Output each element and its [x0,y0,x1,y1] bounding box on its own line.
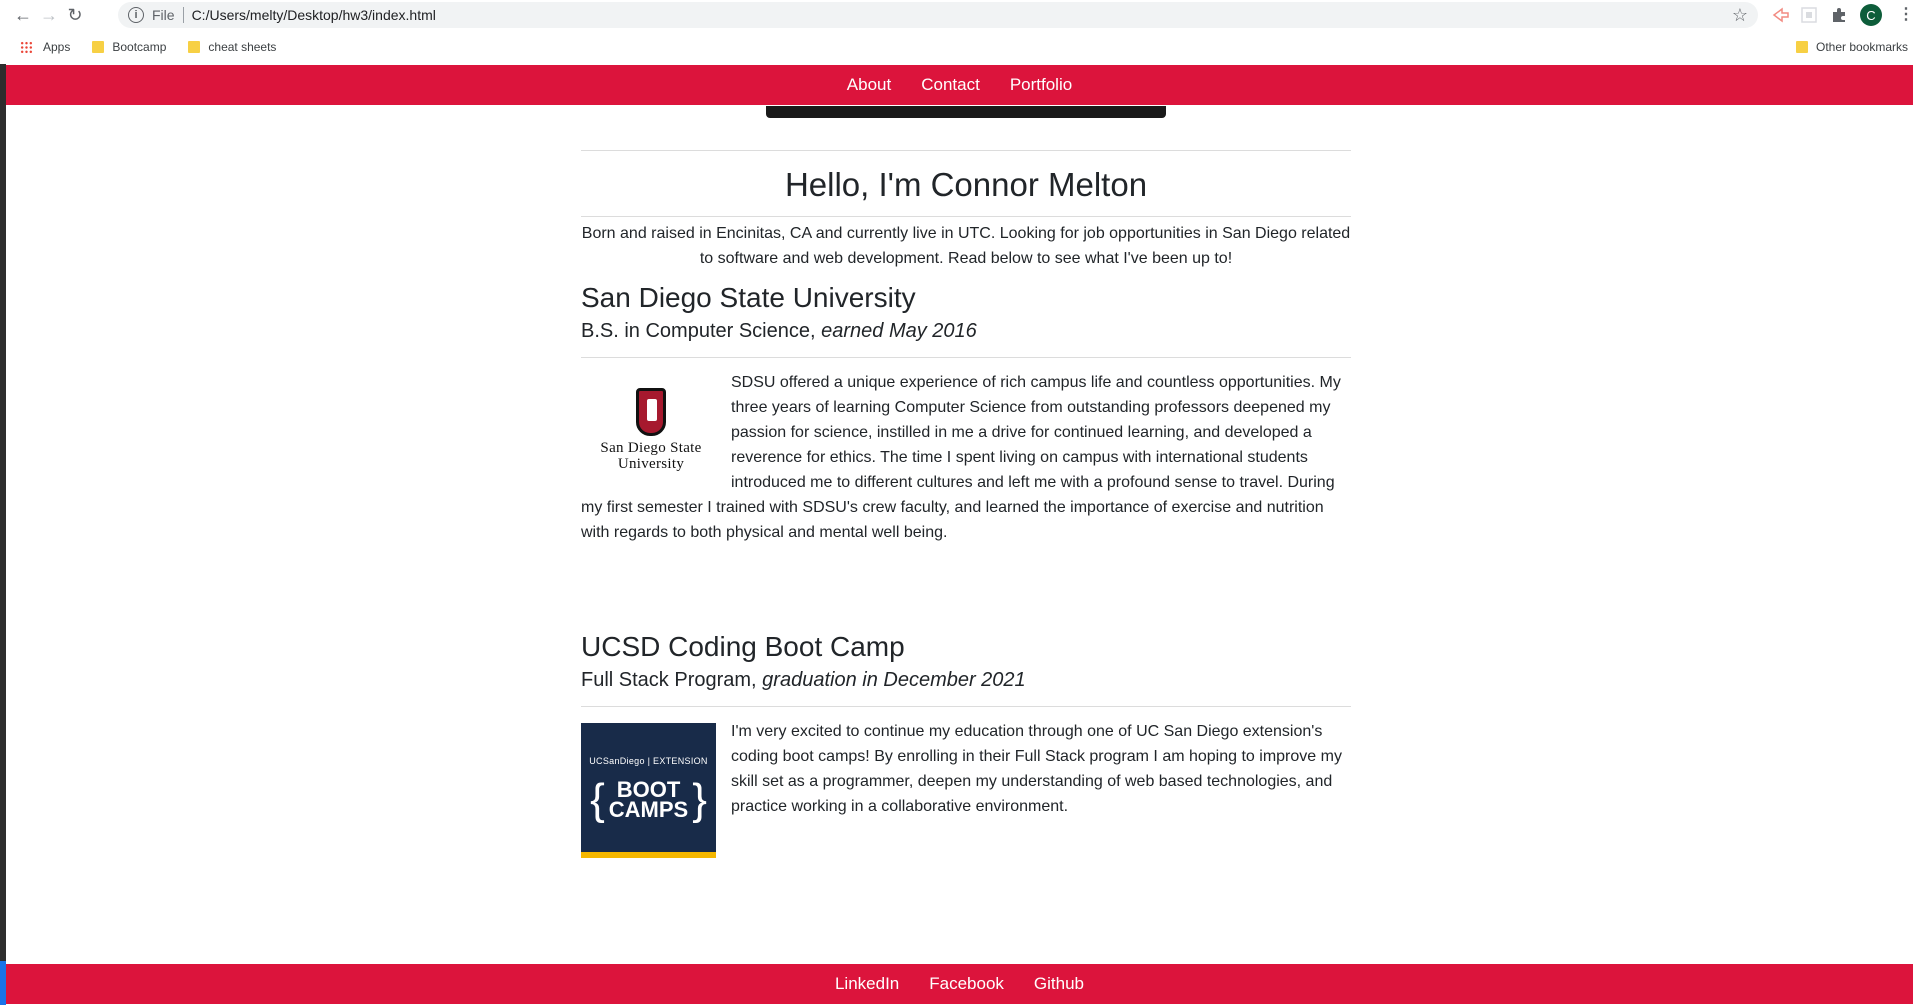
ucsd-logo-header: UCSanDiego | EXTENSION [589,755,708,766]
forward-arrow-icon[interactable]: → [38,4,60,26]
url-text[interactable]: C:/Users/melty/Desktop/hw3/index.html [192,7,436,23]
education-ucsd: UCSD Coding Boot Camp Full Stack Program… [581,631,1351,862]
bookmark-other[interactable]: Other bookmarks [1796,40,1908,54]
bookmark-apps[interactable]: Apps [20,40,70,54]
degree-date: graduation in December 2021 [762,669,1026,691]
divider [581,357,1351,358]
degree: B.S. in Computer Science, [581,320,816,342]
nav-portfolio-link[interactable]: Portfolio [1010,75,1072,95]
degree: Full Stack Program, [581,669,757,691]
right-brace-icon: } [692,774,707,824]
bookmark-label: Bootcamp [112,40,167,54]
extension-box-icon[interactable] [1800,6,1818,24]
bookmark-label: cheat sheets [208,40,277,54]
logo-line: San Diego State [600,440,702,456]
bookmarks-bar: Apps Bootcamp cheat sheets Other bookmar… [0,30,1913,64]
degree-date: earned May 2016 [821,320,977,342]
footer-navbar: LinkedIn Facebook Github [6,964,1913,1004]
logo-line: University [617,456,685,472]
profile-photo [766,106,1166,118]
section-subtitle: Full Stack Program, graduation in Decemb… [581,669,1351,692]
browser-toolbar: ← → ↻ i File C:/Users/melty/Desktop/hw3/… [0,0,1913,30]
sdsu-logo-text: San Diego State University [600,440,701,472]
bookmark-label: Apps [43,40,71,54]
logo-line: CAMPS [608,796,689,822]
webpage: About Contact Portfolio Hello, I'm Conno… [6,64,1913,1005]
section-title: UCSD Coding Boot Camp [581,631,905,662]
folder-icon [188,41,201,53]
divider [581,216,1351,217]
nav-contact-link[interactable]: Contact [921,75,980,95]
hero: Hello, I'm Connor Melton [581,150,1351,217]
profile-avatar[interactable]: C [1860,4,1882,26]
info-icon[interactable]: i [128,7,144,23]
folder-icon [92,41,105,53]
left-brace-icon: { [590,774,605,824]
file-label: File [152,7,175,23]
sdsu-logo: San Diego State University [581,375,721,485]
apps-grid-icon [20,40,33,54]
footer-github-link[interactable]: Github [1034,974,1084,994]
ucsd-bootcamp-logo: UCSanDiego | EXTENSION { BOOT CAMPS } [581,723,716,858]
menu-kebab-icon[interactable]: ⋮ [1898,4,1913,24]
page-title: Hello, I'm Connor Melton [784,166,1148,203]
sdsu-shield-icon [636,388,666,436]
divider [581,706,1351,707]
nav-about-link[interactable]: About [847,75,891,95]
section-title: San Diego State University [581,282,916,313]
extension-arrow-icon[interactable] [1772,6,1790,24]
folder-icon [1796,41,1808,53]
bookmark-star-icon[interactable]: ☆ [1732,5,1748,26]
address-bar[interactable]: i File C:/Users/melty/Desktop/hw3/index.… [118,2,1758,28]
top-navbar: About Contact Portfolio [6,65,1913,105]
reload-icon[interactable]: ↻ [64,4,86,26]
back-arrow-icon[interactable]: ← [12,4,34,26]
bio-text: Born and raised in Encinitas, CA and cur… [581,225,1351,267]
bookmark-bootcamp[interactable]: Bootcamp [92,40,166,54]
footer-facebook-link[interactable]: Facebook [929,974,1004,994]
bookmark-cheat-sheets[interactable]: cheat sheets [188,40,276,54]
extensions-puzzle-icon[interactable] [1830,6,1848,24]
url-separator [182,7,184,23]
education-sdsu: San Diego State University B.S. in Compu… [581,282,1351,545]
bookmark-label: Other bookmarks [1816,40,1909,54]
section-subtitle: B.S. in Computer Science, earned May 201… [581,320,1351,343]
footer-linkedin-link[interactable]: LinkedIn [835,974,899,994]
